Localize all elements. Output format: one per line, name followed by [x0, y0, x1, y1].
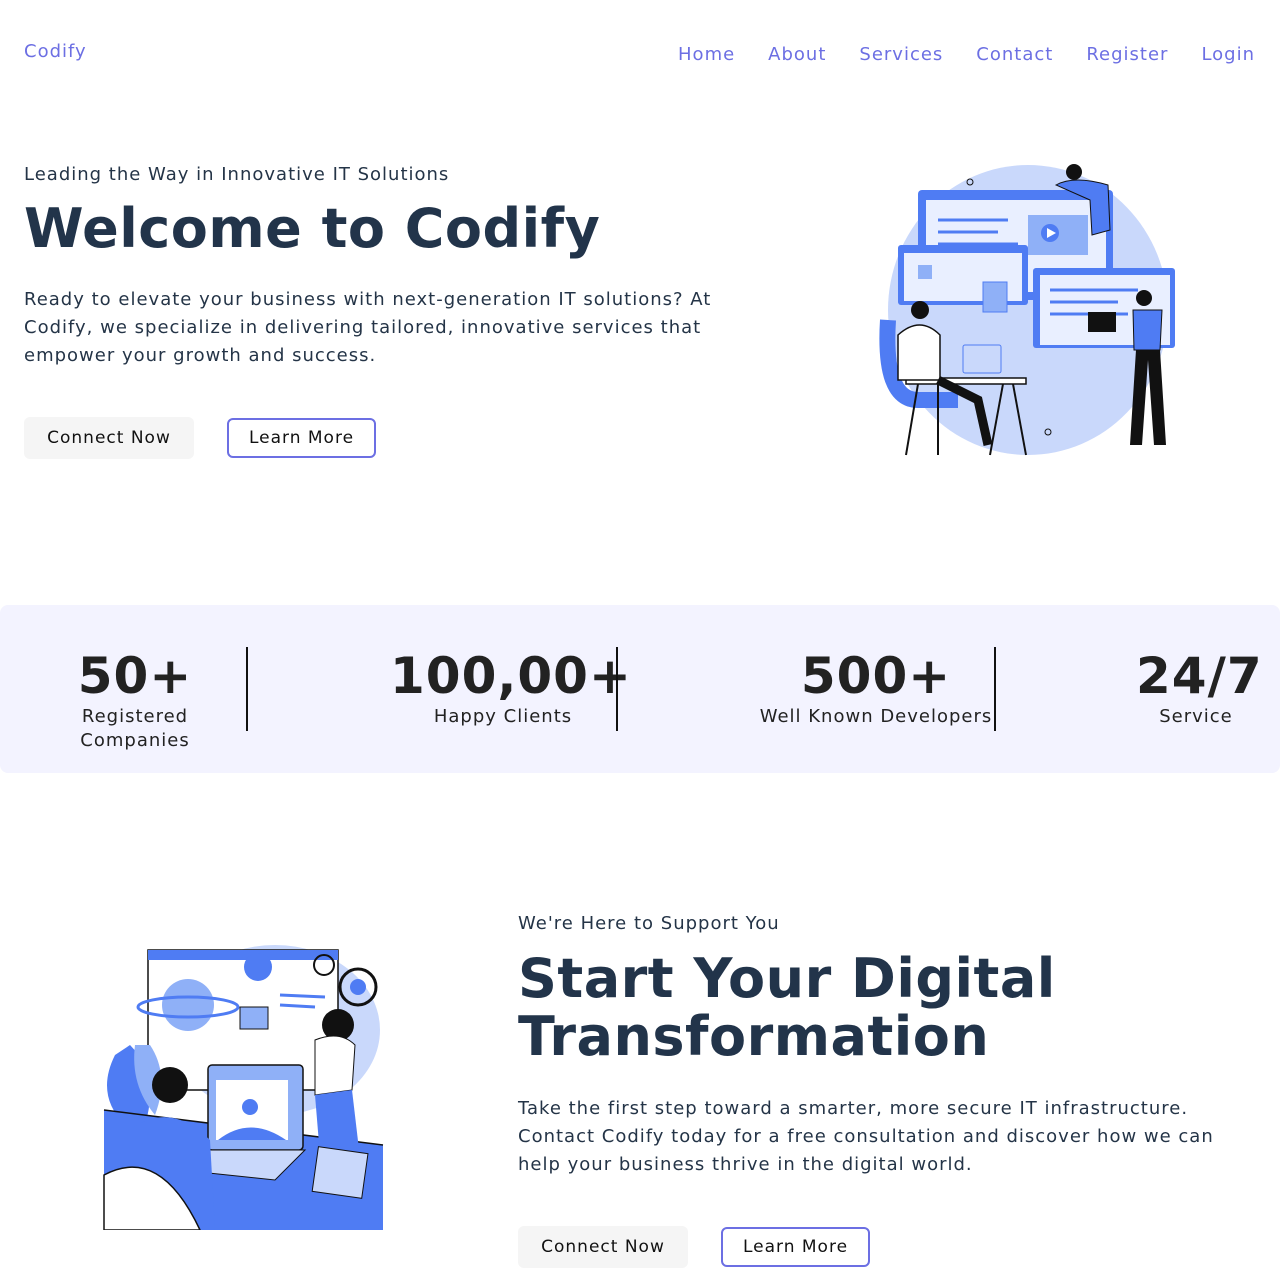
- stat-value: 50+: [77, 647, 193, 705]
- stat-happy-clients: 100,00+ Happy Clients: [390, 647, 632, 731]
- stat-label: Well Known Developers: [759, 706, 993, 727]
- stat-label: Registered Companies: [80, 706, 190, 751]
- nav-link-register[interactable]: Register: [1086, 44, 1168, 65]
- stat-label: Happy Clients: [433, 706, 573, 727]
- nav-link-login[interactable]: Login: [1201, 44, 1255, 65]
- stat-divider: [246, 647, 248, 731]
- stat-developers: 500+ Well Known Developers: [758, 647, 994, 731]
- top-navbar: Codify Home About Services Contact Regis…: [0, 0, 1280, 110]
- nav-link-home[interactable]: Home: [678, 44, 735, 65]
- stat-divider: [994, 647, 996, 731]
- stat-value: 500+: [800, 647, 952, 705]
- digital-design-illustration: [103, 945, 384, 1230]
- support-learn-more-button[interactable]: Learn More: [721, 1227, 870, 1267]
- nav-link-contact[interactable]: Contact: [976, 44, 1053, 65]
- hero-title: Welcome to Codify: [24, 197, 601, 260]
- nav-link-services[interactable]: Services: [859, 44, 943, 65]
- hero-connect-now-button[interactable]: Connect Now: [24, 417, 194, 459]
- support-description: Take the first step toward a smarter, mo…: [518, 1098, 1214, 1175]
- support-connect-now-button[interactable]: Connect Now: [518, 1226, 688, 1268]
- stat-value: 100,00+: [390, 647, 632, 705]
- nav-link-about[interactable]: About: [768, 44, 826, 65]
- stat-divider: [616, 647, 618, 731]
- team-working-illustration: [879, 164, 1175, 456]
- stat-service: 24/7 Service: [1136, 647, 1263, 731]
- stat-value: 24/7: [1136, 647, 1263, 705]
- hero-description: Ready to elevate your business with next…: [24, 289, 712, 366]
- stat-label: Service: [1159, 706, 1233, 727]
- stat-registered-companies: 50+ Registered Companies: [24, 647, 246, 751]
- brand-logo[interactable]: Codify: [24, 41, 87, 62]
- support-title: Start Your Digital Transformation: [518, 947, 1056, 1068]
- hero-learn-more-button[interactable]: Learn More: [227, 418, 376, 458]
- stats-bar: 50+ Registered Companies 100,00+ Happy C…: [0, 605, 1280, 773]
- support-eyebrow: We're Here to Support You: [518, 913, 780, 934]
- nav-links: Home About Services Contact Register Log…: [678, 44, 1255, 65]
- hero-eyebrow: Leading the Way in Innovative IT Solutio…: [24, 164, 450, 185]
